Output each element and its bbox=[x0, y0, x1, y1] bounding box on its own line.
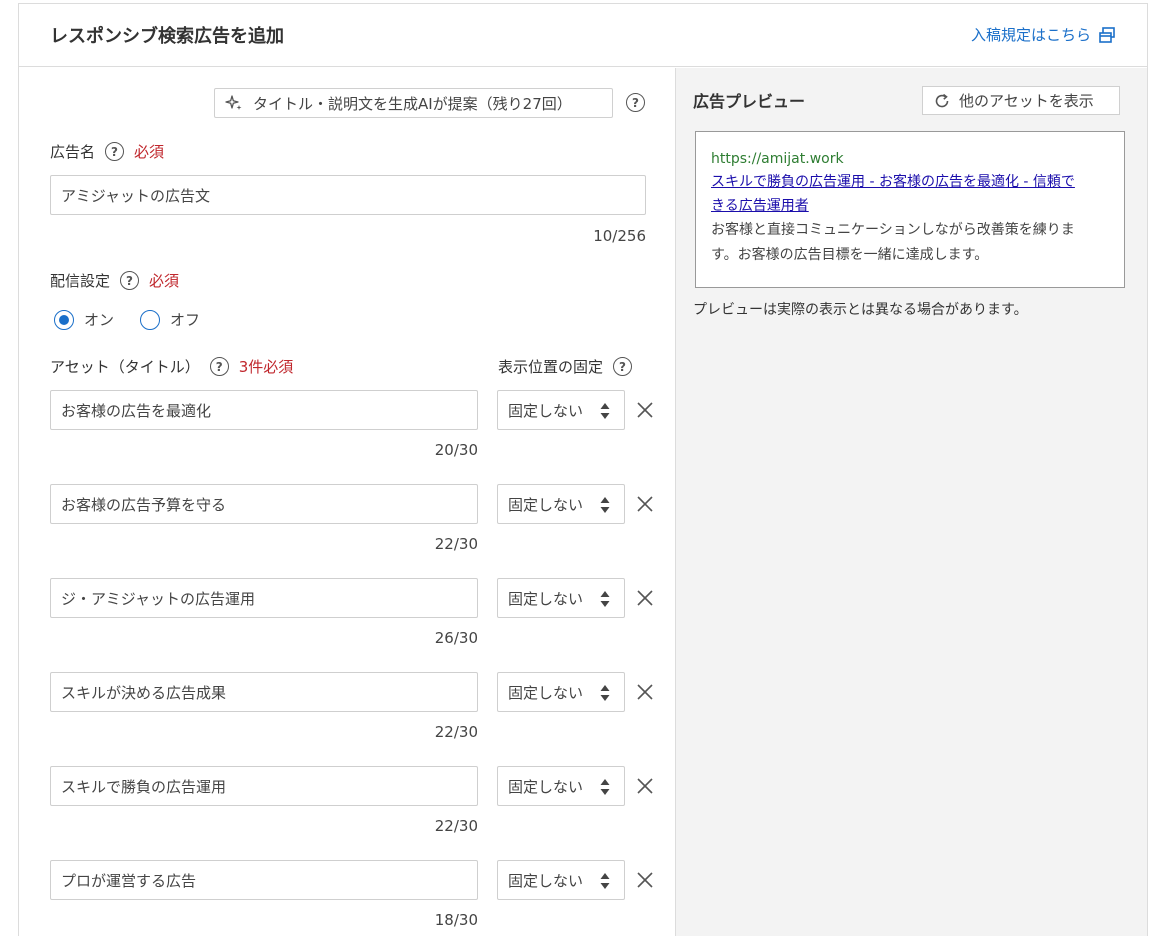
asset-title-input[interactable]: プロが運営する広告 bbox=[50, 860, 478, 900]
delivery-help-icon[interactable]: ? bbox=[120, 271, 140, 290]
delivery-on-label: オン bbox=[84, 311, 115, 329]
preview-area: 広告プレビュー 他のアセットを表示 https://amijat.work スキ… bbox=[675, 68, 1147, 936]
submission-rules-label: 入稿規定はこちら bbox=[970, 26, 1091, 44]
ad-name-count: 10/256 bbox=[593, 227, 646, 245]
assets-required: 3件必須 bbox=[238, 358, 294, 376]
preview-note: プレビューは実際の表示とは異なる場合があります。 bbox=[693, 302, 1028, 318]
asset-title-count: 20/30 bbox=[434, 441, 478, 459]
radio-checked-icon bbox=[54, 309, 74, 330]
ad-name-value: アミジャットの広告文 bbox=[61, 186, 210, 205]
asset-title-count: 22/30 bbox=[434, 723, 478, 741]
other-assets-button[interactable]: 他のアセットを表示 bbox=[922, 86, 1120, 115]
ai-suggest-label: タイトル・説明文を生成AIが提案（残り27回） bbox=[253, 94, 572, 113]
submission-rules-link[interactable]: 入稿規定はこちら bbox=[971, 24, 1117, 45]
pin-position-value: 固定しない bbox=[508, 495, 584, 514]
ad-name-label-row: 広告名 ? 必須 bbox=[50, 141, 164, 162]
ad-editor-panel: レスポンシブ検索広告を追加 入稿規定はこちら タイトル・説明文を生成AIが提案（… bbox=[18, 3, 1148, 936]
pin-position-value: 固定しない bbox=[508, 871, 584, 890]
assets-help-icon[interactable]: ? bbox=[209, 357, 229, 376]
remove-asset-close-icon[interactable] bbox=[635, 588, 655, 608]
preview-title: 広告プレビュー bbox=[693, 92, 806, 111]
asset-title-value: お客様の広告を最適化 bbox=[61, 401, 212, 420]
other-assets-label: 他のアセットを表示 bbox=[959, 92, 1094, 110]
sort-updown-icon bbox=[600, 685, 610, 701]
remove-asset-close-icon[interactable] bbox=[635, 494, 655, 514]
panel-header: レスポンシブ検索広告を追加 入稿規定はこちら bbox=[19, 4, 1147, 67]
pin-label: 表示位置の固定 bbox=[498, 358, 604, 376]
delivery-on-radio[interactable]: オン bbox=[54, 309, 114, 330]
asset-title-count: 22/30 bbox=[434, 535, 478, 553]
external-window-icon bbox=[1099, 26, 1115, 43]
pin-position-select[interactable]: 固定しない bbox=[497, 860, 625, 900]
asset-title-count: 18/30 bbox=[434, 911, 478, 929]
ad-name-label: 広告名 bbox=[50, 143, 96, 161]
sort-updown-icon bbox=[600, 779, 610, 795]
pin-position-value: 固定しない bbox=[508, 401, 584, 420]
refresh-icon bbox=[935, 93, 949, 107]
sort-updown-icon bbox=[600, 497, 610, 513]
preview-headline-line1[interactable]: スキルで勝負の広告運用 - お客様の広告を最適化 - 信頼で bbox=[711, 170, 1109, 194]
ad-preview-card: https://amijat.work スキルで勝負の広告運用 - お客様の広告… bbox=[695, 131, 1125, 288]
pin-position-value: 固定しない bbox=[508, 683, 584, 702]
preview-url: https://amijat.work bbox=[711, 151, 844, 167]
delivery-label-row: 配信設定 ? 必須 bbox=[50, 270, 179, 291]
form-area: タイトル・説明文を生成AIが提案（残り27回） ? 広告名 ? 必須 アミジャッ… bbox=[19, 68, 675, 936]
asset-title-value: プロが運営する広告 bbox=[61, 871, 197, 890]
remove-asset-close-icon[interactable] bbox=[635, 776, 655, 796]
pin-position-select[interactable]: 固定しない bbox=[497, 766, 625, 806]
asset-title-input[interactable]: お客様の広告予算を守る bbox=[50, 484, 478, 524]
assets-label: アセット（タイトル） bbox=[50, 358, 200, 376]
remove-asset-close-icon[interactable] bbox=[635, 870, 655, 890]
sort-updown-icon bbox=[600, 591, 610, 607]
ad-name-input[interactable]: アミジャットの広告文 bbox=[50, 175, 646, 215]
asset-title-value: ジ・アミジャットの広告運用 bbox=[61, 589, 255, 608]
asset-title-input[interactable]: お客様の広告を最適化 bbox=[50, 390, 478, 430]
asset-title-count: 22/30 bbox=[434, 817, 478, 835]
asset-title-value: お客様の広告予算を守る bbox=[61, 495, 227, 514]
pin-position-value: 固定しない bbox=[508, 589, 584, 608]
pin-position-select[interactable]: 固定しない bbox=[497, 484, 625, 524]
asset-title-input[interactable]: スキルで勝負の広告運用 bbox=[50, 766, 478, 806]
preview-desc-line1: お客様と直接コミュニケーションしながら改善策を練りま bbox=[711, 222, 1075, 238]
ad-name-required: 必須 bbox=[134, 143, 165, 161]
pin-position-select[interactable]: 固定しない bbox=[497, 578, 625, 618]
sort-updown-icon bbox=[600, 403, 610, 419]
delivery-off-label: オフ bbox=[170, 311, 201, 329]
delivery-required: 必須 bbox=[149, 272, 180, 290]
asset-title-count: 26/30 bbox=[434, 629, 478, 647]
preview-desc-line2: す。お客様の広告目標を一緒に達成します。 bbox=[711, 247, 989, 263]
asset-title-input[interactable]: スキルが決める広告成果 bbox=[50, 672, 478, 712]
pin-position-select[interactable]: 固定しない bbox=[497, 390, 625, 430]
remove-asset-close-icon[interactable] bbox=[635, 682, 655, 702]
radio-unchecked-icon bbox=[140, 309, 160, 330]
delivery-label: 配信設定 bbox=[50, 272, 111, 290]
ai-suggest-button[interactable]: タイトル・説明文を生成AIが提案（残り27回） bbox=[214, 88, 613, 118]
delivery-off-radio[interactable]: オフ bbox=[140, 309, 200, 330]
pin-position-value: 固定しない bbox=[508, 777, 584, 796]
sparkle-icon bbox=[225, 95, 242, 110]
pin-help-icon[interactable]: ? bbox=[613, 357, 633, 376]
preview-headline-line2[interactable]: きる広告運用者 bbox=[711, 194, 1109, 218]
asset-title-input[interactable]: ジ・アミジャットの広告運用 bbox=[50, 578, 478, 618]
pin-label-row: 表示位置の固定 ? bbox=[498, 356, 633, 377]
ad-name-help-icon[interactable]: ? bbox=[105, 142, 125, 161]
sort-updown-icon bbox=[600, 873, 610, 889]
ai-help-icon[interactable]: ? bbox=[626, 93, 645, 112]
asset-title-value: スキルが決める広告成果 bbox=[61, 683, 227, 702]
pin-position-select[interactable]: 固定しない bbox=[497, 672, 625, 712]
remove-asset-close-icon[interactable] bbox=[635, 400, 655, 420]
assets-label-row: アセット（タイトル） ? 3件必須 bbox=[50, 356, 293, 377]
page-title: レスポンシブ検索広告を追加 bbox=[50, 26, 284, 47]
asset-title-value: スキルで勝負の広告運用 bbox=[61, 777, 227, 796]
